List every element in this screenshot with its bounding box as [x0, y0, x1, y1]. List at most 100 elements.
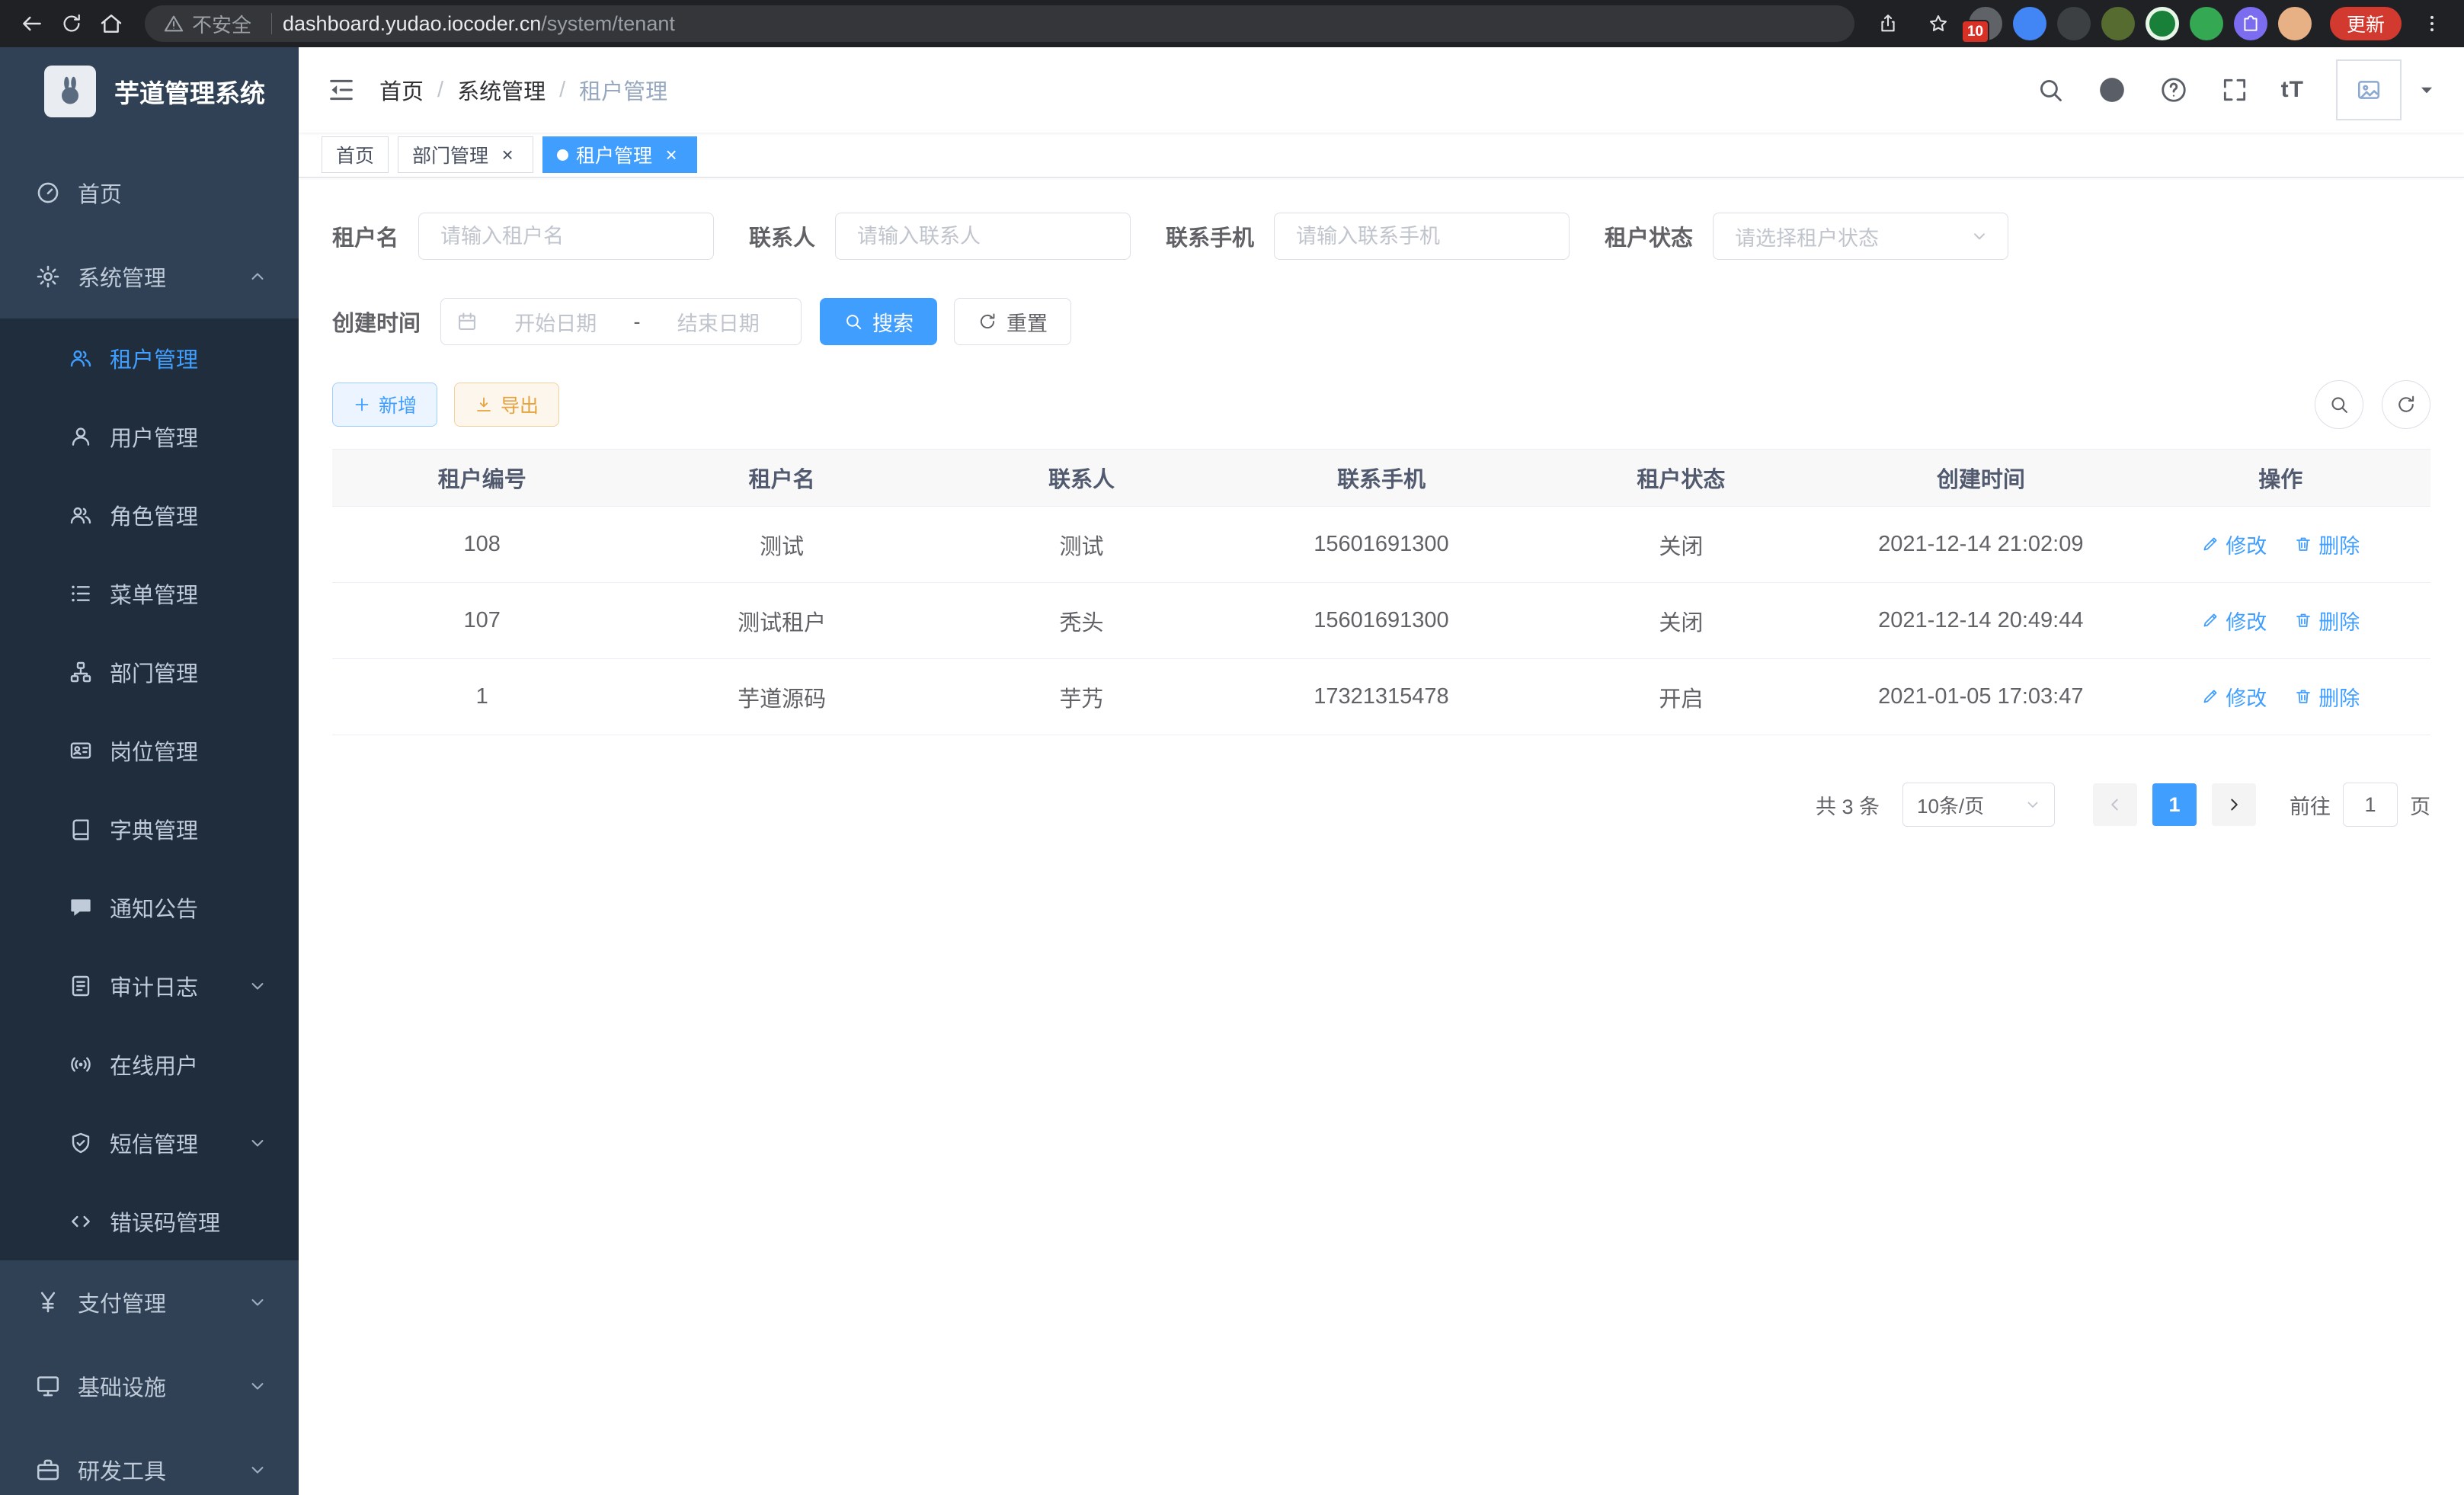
edit-button[interactable]: 修改: [2201, 606, 2267, 635]
extension-icon[interactable]: 10: [1969, 7, 2002, 40]
sidebar-item-label: 岗位管理: [110, 735, 198, 767]
search-icon[interactable]: [2036, 75, 2065, 104]
add-button-label: 新增: [379, 391, 417, 418]
sidebar-item-dev-tools[interactable]: 研发工具: [0, 1428, 299, 1495]
cell-phone: 15601691300: [1231, 507, 1531, 583]
page-unit-label: 页: [2410, 790, 2430, 820]
sidebar-item-notice[interactable]: 通知公告: [0, 868, 299, 946]
profile-avatar[interactable]: [2278, 7, 2312, 40]
sidebar-item-menu[interactable]: 菜单管理: [0, 554, 299, 632]
close-icon[interactable]: ×: [496, 143, 519, 166]
next-page-button[interactable]: [2212, 783, 2256, 826]
extension-icon[interactable]: [2057, 7, 2091, 40]
share-button[interactable]: [1868, 4, 1908, 43]
broadcast-icon: [69, 1052, 93, 1077]
edit-pencil-icon: [2201, 611, 2219, 629]
caret-down-icon[interactable]: [2417, 80, 2437, 100]
sidebar-fold-icon[interactable]: [326, 75, 357, 105]
extensions-puzzle-icon[interactable]: [2234, 7, 2267, 40]
sidebar-item-dept[interactable]: 部门管理: [0, 632, 299, 711]
goto-page-input[interactable]: [2343, 783, 2398, 827]
tenant-name-input[interactable]: [418, 213, 714, 260]
contact-label: 联系人: [749, 220, 815, 252]
date-range-picker[interactable]: 开始日期 - 结束日期: [440, 298, 802, 345]
breadcrumb-home[interactable]: 首页: [379, 74, 424, 106]
reset-button-label: 重置: [1006, 307, 1048, 337]
prev-page-button[interactable]: [2093, 783, 2137, 826]
col-tenant-id: 租户编号: [332, 450, 632, 507]
cell-status: 开启: [1531, 659, 1831, 735]
delete-button[interactable]: 删除: [2294, 606, 2360, 635]
search-button[interactable]: 搜索: [820, 298, 937, 345]
sidebar-item-system[interactable]: 系统管理: [0, 235, 299, 319]
omnibox-divider: [271, 13, 272, 34]
update-button[interactable]: 更新: [2330, 7, 2402, 40]
sidebar-item-label: 菜单管理: [110, 578, 198, 610]
tab-dept[interactable]: 部门管理 ×: [398, 136, 533, 173]
sidebar-item-label: 字典管理: [110, 813, 198, 845]
contact-input[interactable]: [835, 213, 1131, 260]
date-end-placeholder: 结束日期: [651, 307, 786, 337]
browser-home-button[interactable]: [91, 4, 131, 43]
page-size-select[interactable]: 10条/页: [1902, 783, 2055, 827]
sidebar-item-post[interactable]: 岗位管理: [0, 711, 299, 789]
edit-button[interactable]: 修改: [2201, 682, 2267, 712]
bookmark-star-button[interactable]: [1918, 4, 1958, 43]
cell-status: 关闭: [1531, 583, 1831, 659]
chevron-down-icon: [247, 975, 268, 997]
active-tab-dot: [557, 149, 568, 161]
sidebar-item-audit-log[interactable]: 审计日志: [0, 946, 299, 1025]
sidebar-item-infra[interactable]: 基础设施: [0, 1344, 299, 1428]
filter-create-time: 创建时间 开始日期 - 结束日期: [332, 298, 802, 345]
github-icon[interactable]: [2097, 75, 2127, 105]
refresh-table-button[interactable]: [2382, 380, 2430, 429]
address-bar[interactable]: 不安全 dashboard.yudao.iocoder.cn/system/te…: [145, 5, 1854, 42]
help-question-icon[interactable]: [2159, 75, 2188, 104]
yen-icon: [35, 1289, 61, 1315]
close-icon[interactable]: ×: [660, 143, 683, 166]
chevron-down-icon: [247, 1375, 268, 1397]
extension-icon[interactable]: [2190, 7, 2223, 40]
extension-icon[interactable]: [2146, 7, 2179, 40]
tenant-table: 租户编号 租户名 联系人 联系手机 租户状态 创建时间 操作 108 测试: [332, 449, 2430, 735]
sidebar-logo[interactable]: 芋道管理系统: [0, 47, 299, 136]
tab-home[interactable]: 首页: [322, 136, 389, 173]
toggle-search-button[interactable]: [2315, 380, 2363, 429]
sidebar-item-payment[interactable]: 支付管理: [0, 1260, 299, 1344]
font-size-icon[interactable]: tT: [2281, 77, 2304, 103]
status-select[interactable]: 请选择租户状态: [1713, 213, 2008, 260]
fullscreen-icon[interactable]: [2220, 75, 2249, 104]
sidebar-item-error-code[interactable]: 错误码管理: [0, 1182, 299, 1260]
page-number-1[interactable]: 1: [2152, 783, 2197, 826]
extension-icon[interactable]: [2013, 7, 2046, 40]
sidebar-item-user[interactable]: 用户管理: [0, 397, 299, 475]
browser-reload-button[interactable]: [52, 4, 91, 43]
security-label[interactable]: 不安全: [192, 10, 251, 38]
sidebar-item-sms[interactable]: 短信管理: [0, 1103, 299, 1182]
extension-icon[interactable]: [2101, 7, 2135, 40]
export-button[interactable]: 导出: [454, 383, 559, 427]
create-time-label: 创建时间: [332, 306, 421, 338]
sidebar-item-tenant[interactable]: 租户管理: [0, 319, 299, 397]
sidebar-item-role[interactable]: 角色管理: [0, 475, 299, 554]
sidebar-item-dict[interactable]: 字典管理: [0, 789, 299, 868]
reset-button[interactable]: 重置: [954, 298, 1071, 345]
top-navbar: 首页 / 系统管理 / 租户管理 tT: [299, 47, 2464, 133]
tenant-name-label: 租户名: [332, 220, 398, 252]
add-button[interactable]: 新增: [332, 383, 437, 427]
tab-tenant[interactable]: 租户管理 ×: [542, 136, 697, 173]
cell-tenant-id: 1: [332, 659, 632, 735]
edit-button[interactable]: 修改: [2201, 530, 2267, 559]
refresh-icon: [978, 312, 997, 331]
browser-menu-kebab-icon[interactable]: [2412, 4, 2452, 43]
sidebar-item-online-user[interactable]: 在线用户: [0, 1025, 299, 1103]
edit-pencil-icon: [2201, 687, 2219, 706]
cell-tenant-name: 测试: [632, 507, 931, 583]
browser-back-button[interactable]: [12, 4, 52, 43]
phone-input[interactable]: [1274, 213, 1570, 260]
delete-button[interactable]: 删除: [2294, 682, 2360, 712]
sidebar-item-home[interactable]: 首页: [0, 151, 299, 235]
user-avatar[interactable]: [2336, 59, 2402, 120]
logo-avatar: [44, 66, 96, 117]
delete-button[interactable]: 删除: [2294, 530, 2360, 559]
